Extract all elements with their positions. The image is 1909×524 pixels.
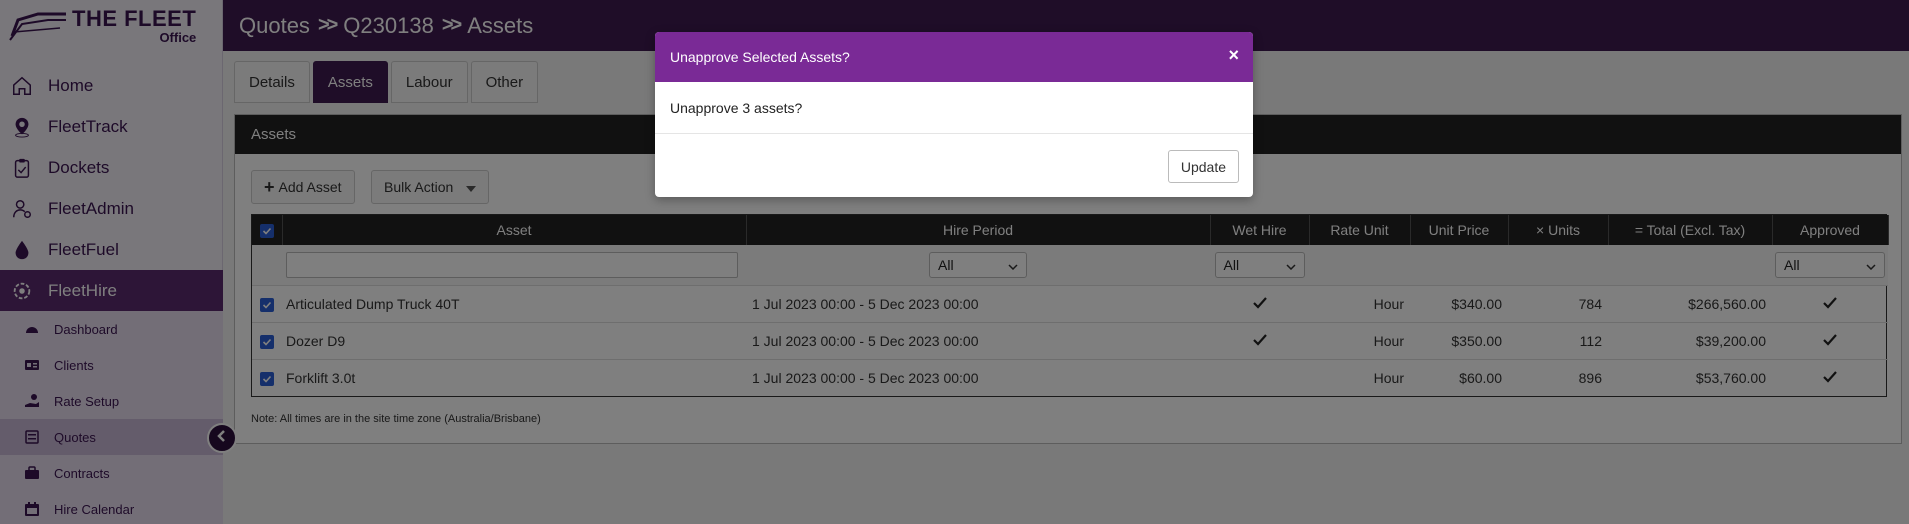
- modal-message: Unapprove 3 assets?: [655, 82, 1253, 134]
- modal-title: Unapprove Selected Assets?: [670, 49, 850, 65]
- unapprove-modal: Unapprove Selected Assets? × Unapprove 3…: [655, 32, 1253, 197]
- update-button[interactable]: Update: [1167, 150, 1239, 183]
- close-icon[interactable]: ×: [1228, 45, 1239, 66]
